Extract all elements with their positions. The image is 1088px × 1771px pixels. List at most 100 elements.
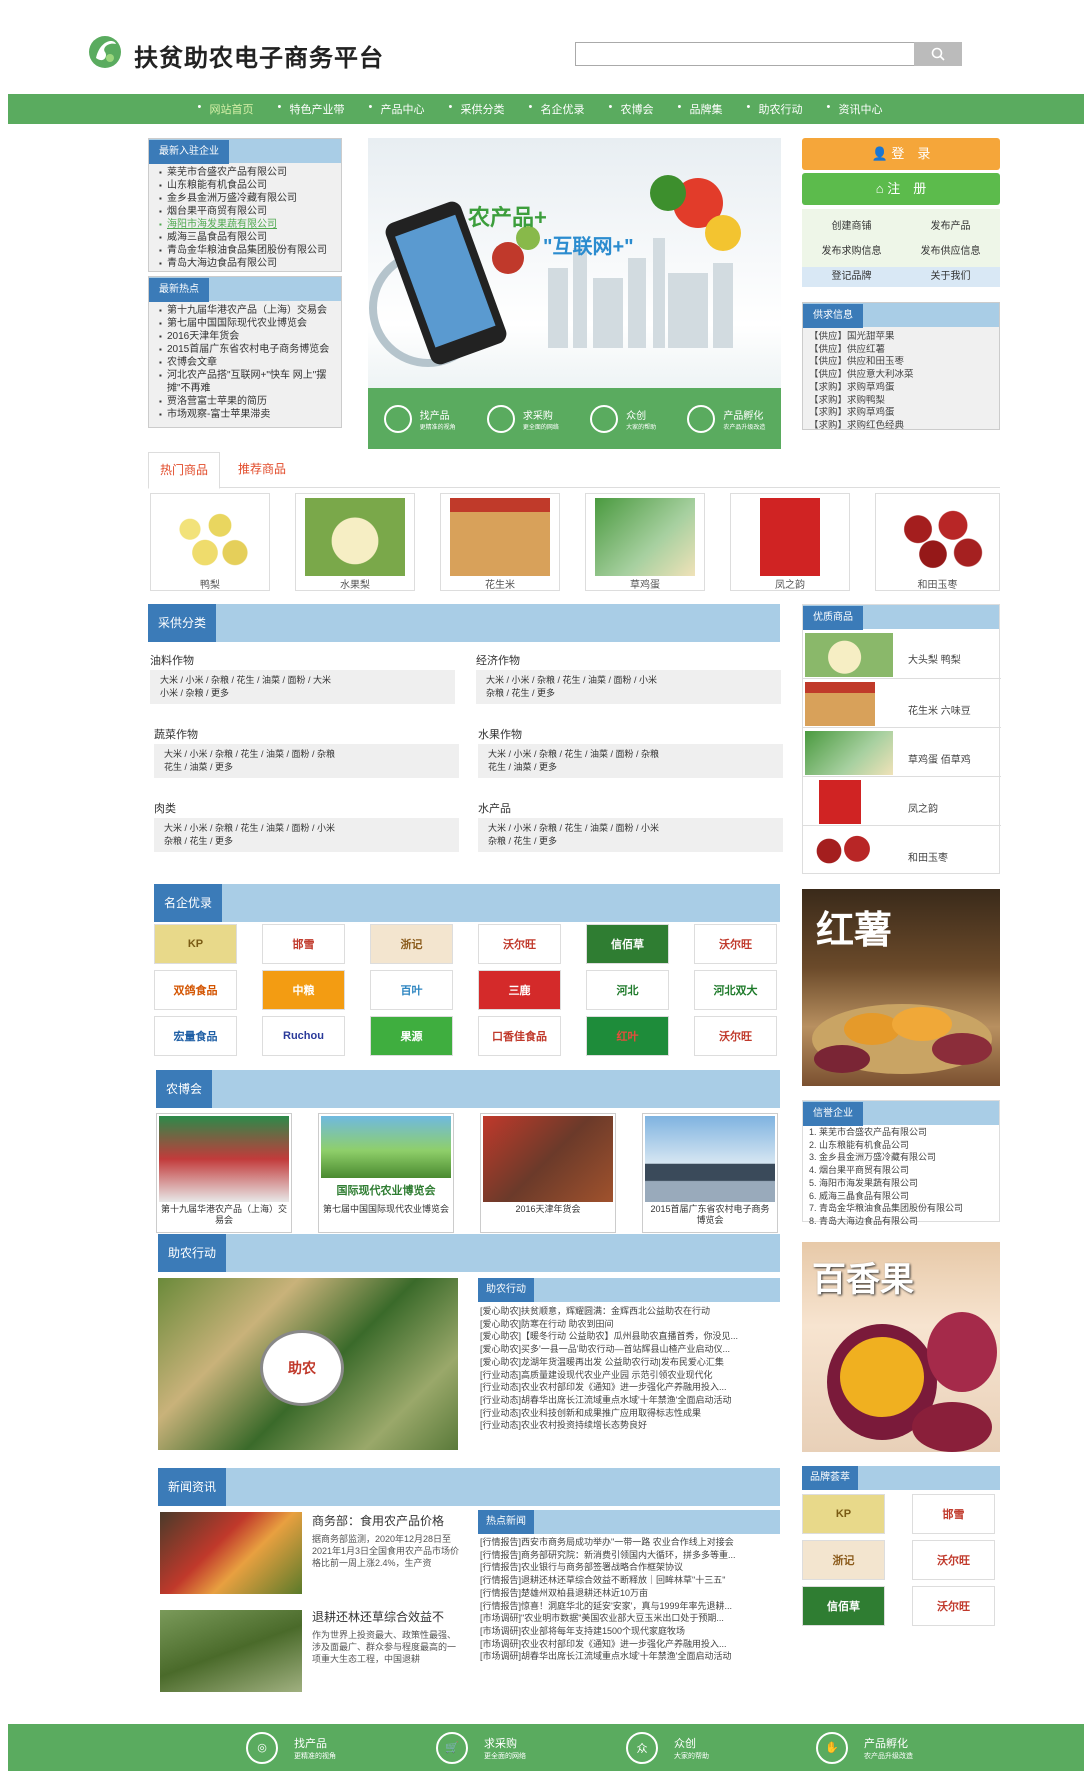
nav-news[interactable]: 资讯中心 <box>821 101 901 117</box>
list-item[interactable]: 山东粮能有机食品公司 <box>159 179 335 192</box>
banner-feature[interactable]: 求采购 更全面的网络 <box>486 404 559 433</box>
brand-logo[interactable]: 沃尔旺 <box>912 1586 995 1626</box>
news-image[interactable] <box>160 1610 302 1692</box>
banner-feature[interactable]: 众创 大家的帮助 <box>590 404 656 433</box>
quality-item[interactable]: 草鸡蛋 佰草鸡 <box>803 729 1001 777</box>
brand-logo[interactable]: 浙记 <box>802 1540 885 1580</box>
list-item[interactable]: 农博会文章 <box>159 356 335 369</box>
list-item[interactable]: [行业动态]农业农村投资持续增长态势良好 <box>480 1419 780 1432</box>
list-item[interactable]: 【供应】国光甜苹果 <box>809 331 993 344</box>
brand-logo[interactable]: 信佰草 <box>802 1586 885 1626</box>
category-title[interactable]: 肉类 <box>154 800 176 816</box>
list-item[interactable]: 2015首届广东省农村电子商务博览会 <box>159 343 335 356</box>
list-item[interactable]: 【供应】供应和田玉枣 <box>809 356 993 369</box>
nav-purchase[interactable]: 采供分类 <box>443 101 523 117</box>
footer-item[interactable]: 众众创 大家的帮助 <box>626 1724 709 1771</box>
hero-banner[interactable]: 农产品+ "互联网+" 找产品 更精准的视角 求采购 更全面的网络 众创 大家的帮助 … <box>368 138 781 449</box>
brand-logo[interactable]: 红叶 <box>586 1016 669 1056</box>
footer-item[interactable]: ◎ 找产品 更精准的视角 <box>246 1724 336 1771</box>
list-item[interactable]: [爱心助农]龙湖年货温暖再出发 公益助农行动|发布民爱心汇集 <box>480 1356 780 1369</box>
quick-link[interactable]: 发布产品 <box>901 217 1000 232</box>
search-button[interactable] <box>914 42 962 66</box>
nav-home[interactable]: 网站首页 <box>192 101 272 117</box>
brand-logo[interactable]: Ruchou <box>262 1016 345 1056</box>
brand-logo[interactable]: 信佰草 <box>586 924 669 964</box>
news-image[interactable] <box>160 1512 302 1594</box>
list-item[interactable]: [行情报告]农业银行与商务部签署战略合作框架协议 <box>480 1561 780 1574</box>
product-card[interactable]: 水果梨 <box>295 493 415 591</box>
list-item[interactable]: [市场调研]胡春华出席长江流域重点水域'十年禁渔'全面启动活动 <box>480 1650 780 1663</box>
list-item[interactable]: 【求购】求购鸭梨 <box>809 395 993 408</box>
list-item[interactable]: 【求购】求购草鸡蛋 <box>809 382 993 395</box>
list-item[interactable]: [行业动态]胡春华出席长江流域重点水域'十年禁渔'全面启动活动 <box>480 1394 780 1407</box>
quality-item[interactable]: 和田玉枣 <box>803 827 1001 875</box>
list-item[interactable]: 莱芜市合盛农产品有限公司 <box>159 166 335 179</box>
brand-logo[interactable]: 三鹿 <box>478 970 561 1010</box>
brand-logo[interactable]: 邯雪 <box>912 1494 995 1534</box>
quick-link[interactable]: 关于我们 <box>901 267 1000 287</box>
news-article[interactable]: 商务部：食用农产品价格 据商务部监测，2020年12月28日至2021年1月3日… <box>312 1512 460 1569</box>
nav-brands[interactable]: 品牌集 <box>672 101 741 117</box>
list-item[interactable]: 8. 青岛大海边食品有限公司 <box>809 1215 993 1228</box>
brand-logo[interactable]: 双鸽食品 <box>154 970 237 1010</box>
quality-item[interactable]: 凤之韵 <box>803 778 1001 826</box>
category-title[interactable]: 水果作物 <box>478 726 522 742</box>
expo-card[interactable]: 第十九届华港农产品（上海）交易会 <box>156 1113 292 1233</box>
quality-item[interactable]: 大头梨 鸭梨 <box>803 631 1001 679</box>
tab-hot[interactable]: 热门商品 <box>148 452 220 489</box>
list-item[interactable]: 青岛金华粮油食品集团股份有限公司 <box>159 244 335 257</box>
help-image[interactable]: 助农 <box>158 1278 458 1450</box>
list-item[interactable]: 青岛大海边食品有限公司 <box>159 257 335 270</box>
list-item[interactable]: [爱心助农]扶贫顺意，辉耀圆满：金辉西北公益助农在行动 <box>480 1305 780 1318</box>
quick-link[interactable]: 登记品牌 <box>802 267 901 287</box>
list-item[interactable]: 市场观察-富士苹果滞卖 <box>159 408 335 421</box>
list-item[interactable]: [市场调研]"农业明市数据"美国农业部大豆玉米出口处于预期... <box>480 1612 780 1625</box>
list-item[interactable]: 【供应】供应意大利冰菜 <box>809 369 993 382</box>
banner-feature[interactable]: 找产品 更精准的视角 <box>383 404 456 433</box>
brand-logo[interactable]: KP <box>802 1494 885 1534</box>
list-item[interactable]: 贾洛营富士苹果的简历 <box>159 395 335 408</box>
category-title[interactable]: 油料作物 <box>150 652 194 668</box>
quick-link[interactable]: 发布求购信息 <box>802 242 901 257</box>
list-item[interactable]: [爱心助农]【暖冬行动 公益助农】瓜州县助农直播首秀，你没见... <box>480 1330 780 1343</box>
expo-card[interactable]: 2015首届广东省农村电子商务博览会 <box>642 1113 778 1233</box>
list-item[interactable]: [市场调研]农业部将每年支持建1500个现代家庭牧场 <box>480 1625 780 1638</box>
brand-logo[interactable]: 口香佳食品 <box>478 1016 561 1056</box>
nav-expo[interactable]: 农博会 <box>603 101 672 117</box>
list-item[interactable]: 4. 烟台果平商贸有限公司 <box>809 1164 993 1177</box>
product-card[interactable]: 和田玉枣 <box>875 493 1000 591</box>
footer-item[interactable]: ✋ 产品孵化 农产品升级改造 <box>816 1724 913 1771</box>
register-button[interactable]: ⌂ 注 册 <box>802 173 1000 205</box>
brand-logo[interactable]: 河北 <box>586 970 669 1010</box>
product-card[interactable]: 花生米 <box>440 493 560 591</box>
brand-logo[interactable]: 沃尔旺 <box>478 924 561 964</box>
news-article[interactable]: 退耕还林还草综合效益不 作为世界上投资最大、政策性最强、涉及面最广、群众参与程度… <box>312 1608 460 1665</box>
nav-industry[interactable]: 特色产业带 <box>272 101 363 117</box>
category-title[interactable]: 经济作物 <box>476 652 520 668</box>
list-item[interactable]: [行情报告]楚雄州双柏县退耕还林近10万亩 <box>480 1587 780 1600</box>
list-item[interactable]: [市场调研]农业农村部印发《通知》进一步强化产养融用投入... <box>480 1638 780 1651</box>
ad-passionfruit[interactable]: 百香果 <box>802 1242 1000 1452</box>
list-item[interactable]: 第七届中国国际现代农业博览会 <box>159 317 335 330</box>
list-item[interactable]: [爱心助农]防寒在行动 助农到田间 <box>480 1318 780 1331</box>
category-title[interactable]: 水产品 <box>478 800 511 816</box>
list-item[interactable]: 金乡县金洲万盛冷藏有限公司 <box>159 192 335 205</box>
list-item[interactable]: 烟台果平商贸有限公司 <box>159 205 335 218</box>
list-item[interactable]: 6. 威海三晶食品有限公司 <box>809 1190 993 1203</box>
expo-card[interactable]: 2016天津年货会 <box>480 1113 616 1233</box>
list-item[interactable]: 5. 海阳市海发果蔬有限公司 <box>809 1177 993 1190</box>
list-item[interactable]: [行情报告]商务部研究院：新消费引领国内大循环，拼多多等重... <box>480 1549 780 1562</box>
site-logo[interactable] <box>86 34 124 70</box>
quick-link[interactable]: 创建商铺 <box>802 217 901 232</box>
list-item[interactable]: 3. 金乡县金洲万盛冷藏有限公司 <box>809 1151 993 1164</box>
brand-logo[interactable]: 浙记 <box>370 924 453 964</box>
product-card[interactable]: 鸭梨 <box>150 493 270 591</box>
list-item[interactable]: [行业动态]高质量建设现代农业产业园 示范引领农业现代化 <box>480 1369 780 1382</box>
list-item[interactable]: 海阳市海发果蔬有限公司 <box>159 218 335 231</box>
tab-recommend[interactable]: 推荐商品 <box>238 452 286 486</box>
brand-logo[interactable]: 百叶 <box>370 970 453 1010</box>
brand-logo[interactable]: 邯雪 <box>262 924 345 964</box>
nav-help[interactable]: 助农行动 <box>741 101 821 117</box>
brand-logo[interactable]: 河北双大 <box>694 970 777 1010</box>
list-item[interactable]: [行情报告]惊喜！洞庭华北的延安'安家'，真与1999年率先退耕... <box>480 1600 780 1613</box>
